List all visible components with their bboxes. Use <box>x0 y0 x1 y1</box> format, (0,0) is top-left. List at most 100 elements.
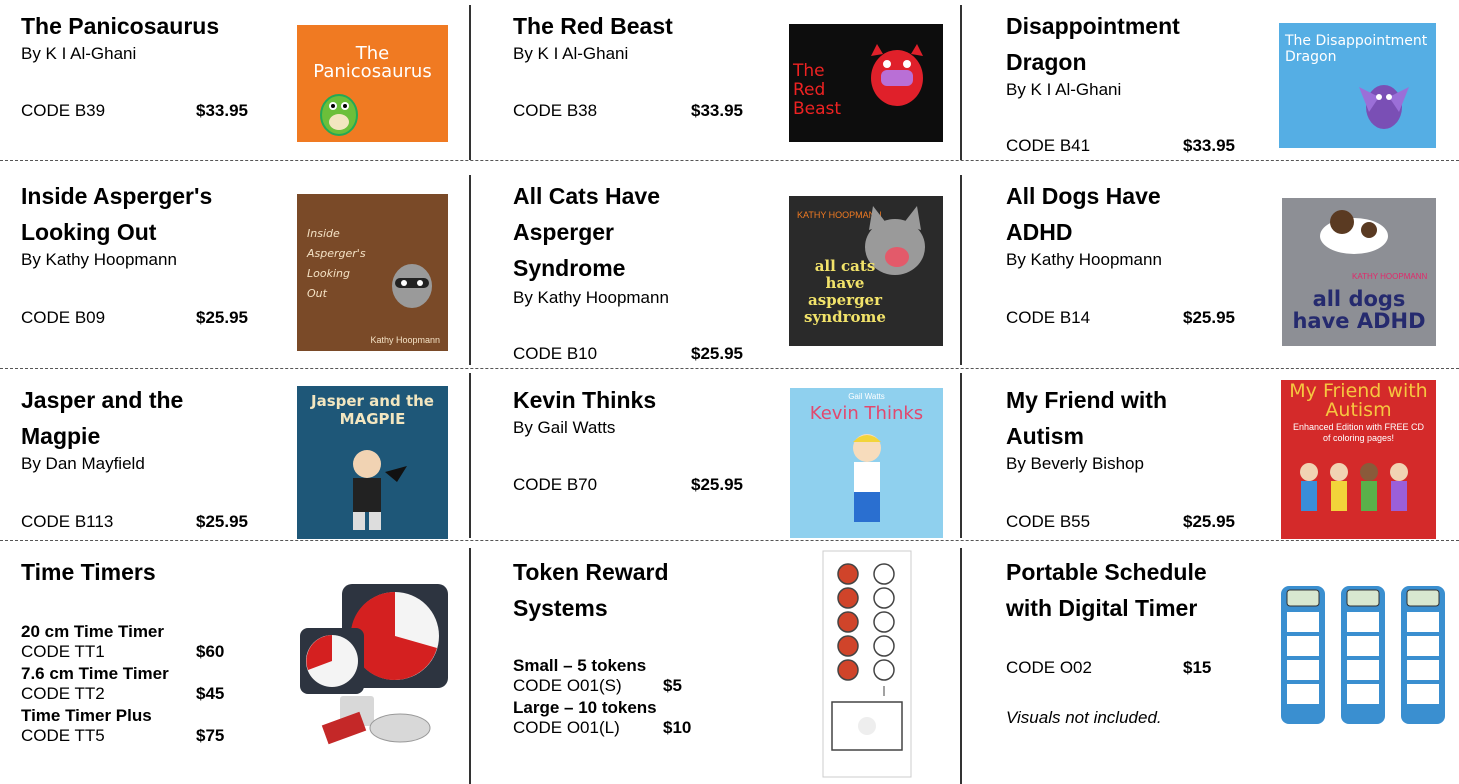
item-code: CODE TT1 <box>21 642 105 661</box>
cover-subtitle: Enhanced Edition with FREE CD of colorin… <box>1292 422 1425 443</box>
item-code: CODE O02 <box>1006 658 1092 677</box>
book-cover: Gail Watts Kevin Thinks <box>790 388 943 538</box>
boy-icon <box>853 434 881 522</box>
column-divider <box>960 175 962 365</box>
product-author: By K I Al-Ghani <box>21 44 137 63</box>
column-divider <box>469 373 471 538</box>
product-price: $25.95 <box>691 344 743 363</box>
cover-title: The Panicosaurus <box>313 43 432 82</box>
product-price: $25.95 <box>691 475 743 494</box>
book-cover: Inside Asperger's Looking Out Kathy Hoop… <box>297 194 448 351</box>
item-name: 7.6 cm Time Timer <box>21 664 169 683</box>
column-divider <box>960 548 962 784</box>
book-cover: The Panicosaurus <box>297 25 448 142</box>
cover-title: all cats have asperger syndrome <box>804 257 886 326</box>
column-divider <box>960 373 962 538</box>
book-cover: My Friend with Autism Enhanced Edition w… <box>1281 380 1436 539</box>
item-name: Small – 5 tokens <box>513 656 647 675</box>
dragon-icon <box>1359 85 1409 129</box>
cover-author: KATHY HOOPMANN <box>1352 272 1428 281</box>
item-price: $15 <box>1183 658 1212 677</box>
item-name: 20 cm Time Timer <box>21 622 165 641</box>
product-title: Token Reward Systems <box>513 559 669 621</box>
product-title: Disappointment Dragon <box>1006 13 1180 75</box>
item-code: CODE O01(S) <box>513 676 622 695</box>
cover-title: Kevin Thinks <box>809 403 924 424</box>
product-author: By Gail Watts <box>513 418 616 437</box>
book-cover: The Disappointment Dragon <box>1279 23 1436 148</box>
product-code: CODE B113 <box>21 512 114 531</box>
product-author: By Kathy Hoopmann <box>513 288 669 307</box>
item-price: $10 <box>663 718 692 737</box>
product-title: Portable Schedule with Digital Timer <box>1006 559 1207 621</box>
column-divider <box>469 5 471 160</box>
dog-icon <box>1320 210 1388 254</box>
product-code: CODE B14 <box>1006 308 1091 327</box>
column-divider <box>960 5 962 160</box>
product-title: The Panicosaurus <box>21 13 220 39</box>
product-code: CODE B09 <box>21 308 106 327</box>
product-code: CODE B55 <box>1006 512 1091 531</box>
item-code: CODE TT2 <box>21 684 105 703</box>
book-cover: Jasper and the MAGPIE <box>297 386 448 539</box>
cover-title: all dogs have ADHD <box>1292 287 1426 333</box>
item-price: $45 <box>196 684 225 703</box>
product-author: By Dan Mayfield <box>21 454 145 473</box>
product-author: By K I Al-Ghani <box>1006 80 1122 99</box>
boy-magpie-icon <box>353 450 407 530</box>
item-code: CODE O01(L) <box>513 718 620 737</box>
product-price: $33.95 <box>1183 136 1235 155</box>
row-divider <box>0 368 1459 369</box>
cover-author: Kathy Hoopmann <box>370 335 440 345</box>
product-price: $25.95 <box>196 512 248 531</box>
product-price: $25.95 <box>196 308 248 327</box>
product-title: Kevin Thinks <box>513 387 657 413</box>
product-code: CODE B70 <box>513 475 598 494</box>
product-author: By Kathy Hoopmann <box>21 250 177 269</box>
book-cover: The Red Beast <box>789 24 943 142</box>
product-code: CODE B41 <box>1006 136 1091 155</box>
column-divider <box>469 548 471 784</box>
children-icon <box>1300 463 1408 511</box>
row-divider <box>0 540 1459 541</box>
item-code: CODE TT5 <box>21 726 105 745</box>
product-title: All Cats Have Asperger Syndrome <box>513 183 661 281</box>
product-price: $33.95 <box>691 101 743 120</box>
book-cover: KATHY HOOPMANN all cats have asperger sy… <box>789 196 943 346</box>
product-author: By Kathy Hoopmann <box>1006 250 1162 269</box>
item-price: $60 <box>196 642 225 661</box>
product-title: The Red Beast <box>513 13 673 39</box>
item-name: Time Timer Plus <box>21 706 152 725</box>
item-name: Large – 10 tokens <box>513 698 657 717</box>
cover-author: Gail Watts <box>848 392 885 401</box>
dinosaur-icon <box>320 94 358 136</box>
product-price: $33.95 <box>196 101 248 120</box>
cover-title: My Friend with Autism <box>1289 380 1428 421</box>
product-title: All Dogs Have ADHD <box>1006 183 1161 245</box>
cover-title: Inside Asperger's Looking Out <box>307 227 366 300</box>
product-code: CODE B10 <box>513 344 598 363</box>
cover-title: Jasper and the MAGPIE <box>311 392 434 428</box>
product-title: Jasper and the Magpie <box>21 387 184 449</box>
cover-title: The Red Beast <box>793 61 842 119</box>
column-divider <box>469 175 471 365</box>
product-price: $25.95 <box>1183 512 1235 531</box>
product-code: CODE B39 <box>21 101 106 120</box>
product-title: Inside Asperger's Looking Out <box>21 183 213 245</box>
item-price: $75 <box>196 726 225 745</box>
product-title: My Friend with Autism <box>1006 387 1167 449</box>
row-divider <box>0 160 1459 161</box>
note-text: Visuals not included. <box>1006 708 1162 727</box>
product-author: By K I Al-Ghani <box>513 44 629 63</box>
product-author: By Beverly Bishop <box>1006 454 1144 473</box>
product-title: Time Timers <box>21 559 156 585</box>
book-cover: KATHY HOOPMANN all dogs have ADHD <box>1282 198 1436 346</box>
product-price: $25.95 <box>1183 308 1235 327</box>
cover-title: The Disappointment Dragon <box>1285 33 1428 65</box>
time-timer-icon <box>300 584 448 745</box>
red-beast-icon <box>871 44 923 106</box>
token-board-icon <box>822 550 912 778</box>
item-price: $5 <box>663 676 682 695</box>
product-code: CODE B38 <box>513 101 598 120</box>
raccoon-icon <box>392 264 432 308</box>
